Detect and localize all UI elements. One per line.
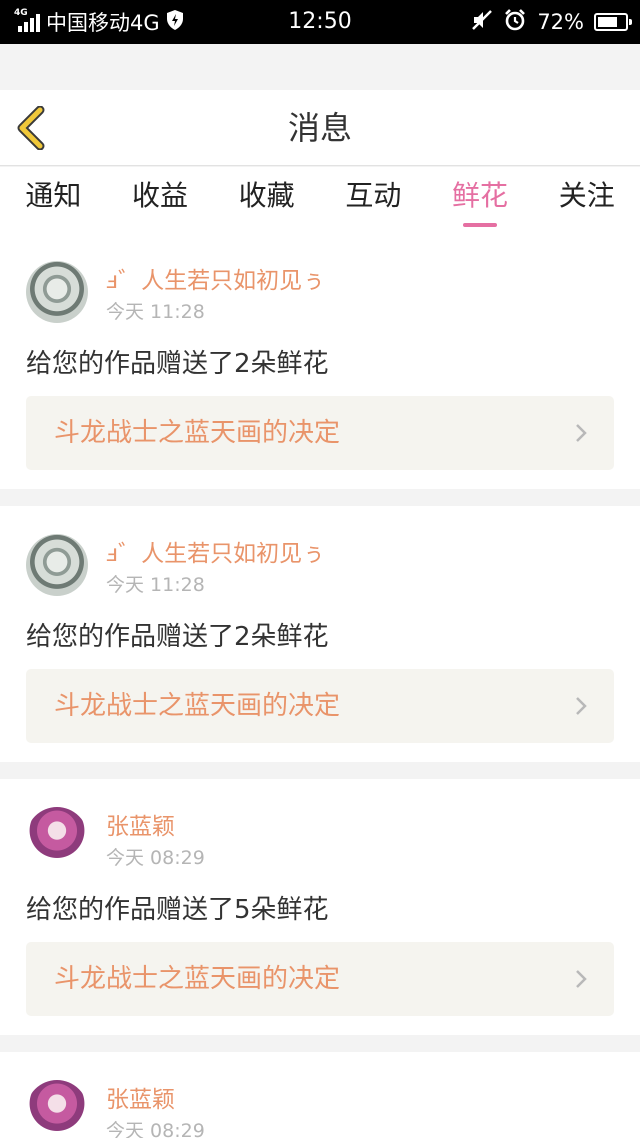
tab-following[interactable]: 关注 <box>533 167 640 233</box>
status-right: 72% <box>471 0 632 44</box>
work-link[interactable]: 斗龙战士之蓝天画的决定 <box>26 669 614 743</box>
work-link[interactable]: 斗龙战士之蓝天画的决定 <box>26 942 614 1016</box>
avatar[interactable] <box>26 261 88 323</box>
tab-bar: 通知 收益 收藏 互动 鲜花 关注 <box>0 167 640 233</box>
alarm-icon <box>503 8 527 37</box>
battery-icon <box>594 13 632 31</box>
list-item: 张蓝颖 今天 08:29 给您的作品赠送了5朵鲜花 斗龙战士之蓝天画的决定 <box>0 779 640 1035</box>
tab-flowers[interactable]: 鲜花 <box>427 167 534 233</box>
tab-earnings[interactable]: 收益 <box>107 167 214 233</box>
page-title: 消息 <box>287 109 352 147</box>
list-item: ⅎ゛人生若只如初见ぅ 今天 11:28 给您的作品赠送了2朵鲜花 斗龙战士之蓝天… <box>0 506 640 762</box>
work-title: 斗龙战士之蓝天画的决定 <box>54 691 341 721</box>
sender-name[interactable]: ⅎ゛人生若只如初见ぅ <box>106 261 325 295</box>
mute-icon <box>471 9 493 36</box>
header: 消息 <box>0 90 640 166</box>
chevron-right-icon <box>576 970 587 988</box>
sender-name[interactable]: ⅎ゛人生若只如初见ぅ <box>106 534 325 568</box>
battery-fill <box>598 17 617 27</box>
tab-notifications[interactable]: 通知 <box>0 167 107 233</box>
message-time: 今天 08:29 <box>106 1120 205 1138</box>
message-text: 给您的作品赠送了5朵鲜花 <box>26 895 329 925</box>
sender-name[interactable]: 张蓝颖 <box>106 1080 175 1114</box>
work-title: 斗龙战士之蓝天画的决定 <box>54 418 341 448</box>
list-item: 张蓝颖 今天 08:29 <box>0 1052 640 1138</box>
sender-name[interactable]: 张蓝颖 <box>106 807 175 841</box>
message-time: 今天 11:28 <box>106 574 205 596</box>
message-time: 今天 11:28 <box>106 301 205 323</box>
message-text: 给您的作品赠送了2朵鲜花 <box>26 349 329 379</box>
work-title: 斗龙战士之蓝天画的决定 <box>54 964 341 994</box>
avatar[interactable] <box>26 534 88 596</box>
status-bar: 4G 中国移动4G 12:50 72% <box>0 0 640 44</box>
chevron-right-icon <box>576 697 587 715</box>
avatar[interactable] <box>26 807 88 869</box>
work-link[interactable]: 斗龙战士之蓝天画的决定 <box>26 396 614 470</box>
list-item: ⅎ゛人生若只如初见ぅ 今天 11:28 给您的作品赠送了2朵鲜花 斗龙战士之蓝天… <box>0 233 640 489</box>
battery-percent: 72% <box>537 10 584 34</box>
message-text: 给您的作品赠送了2朵鲜花 <box>26 622 329 652</box>
tab-favorites[interactable]: 收藏 <box>213 167 320 233</box>
message-time: 今天 08:29 <box>106 847 205 869</box>
avatar[interactable] <box>26 1080 88 1138</box>
tab-interactions[interactable]: 互动 <box>320 167 427 233</box>
chevron-right-icon <box>576 424 587 442</box>
